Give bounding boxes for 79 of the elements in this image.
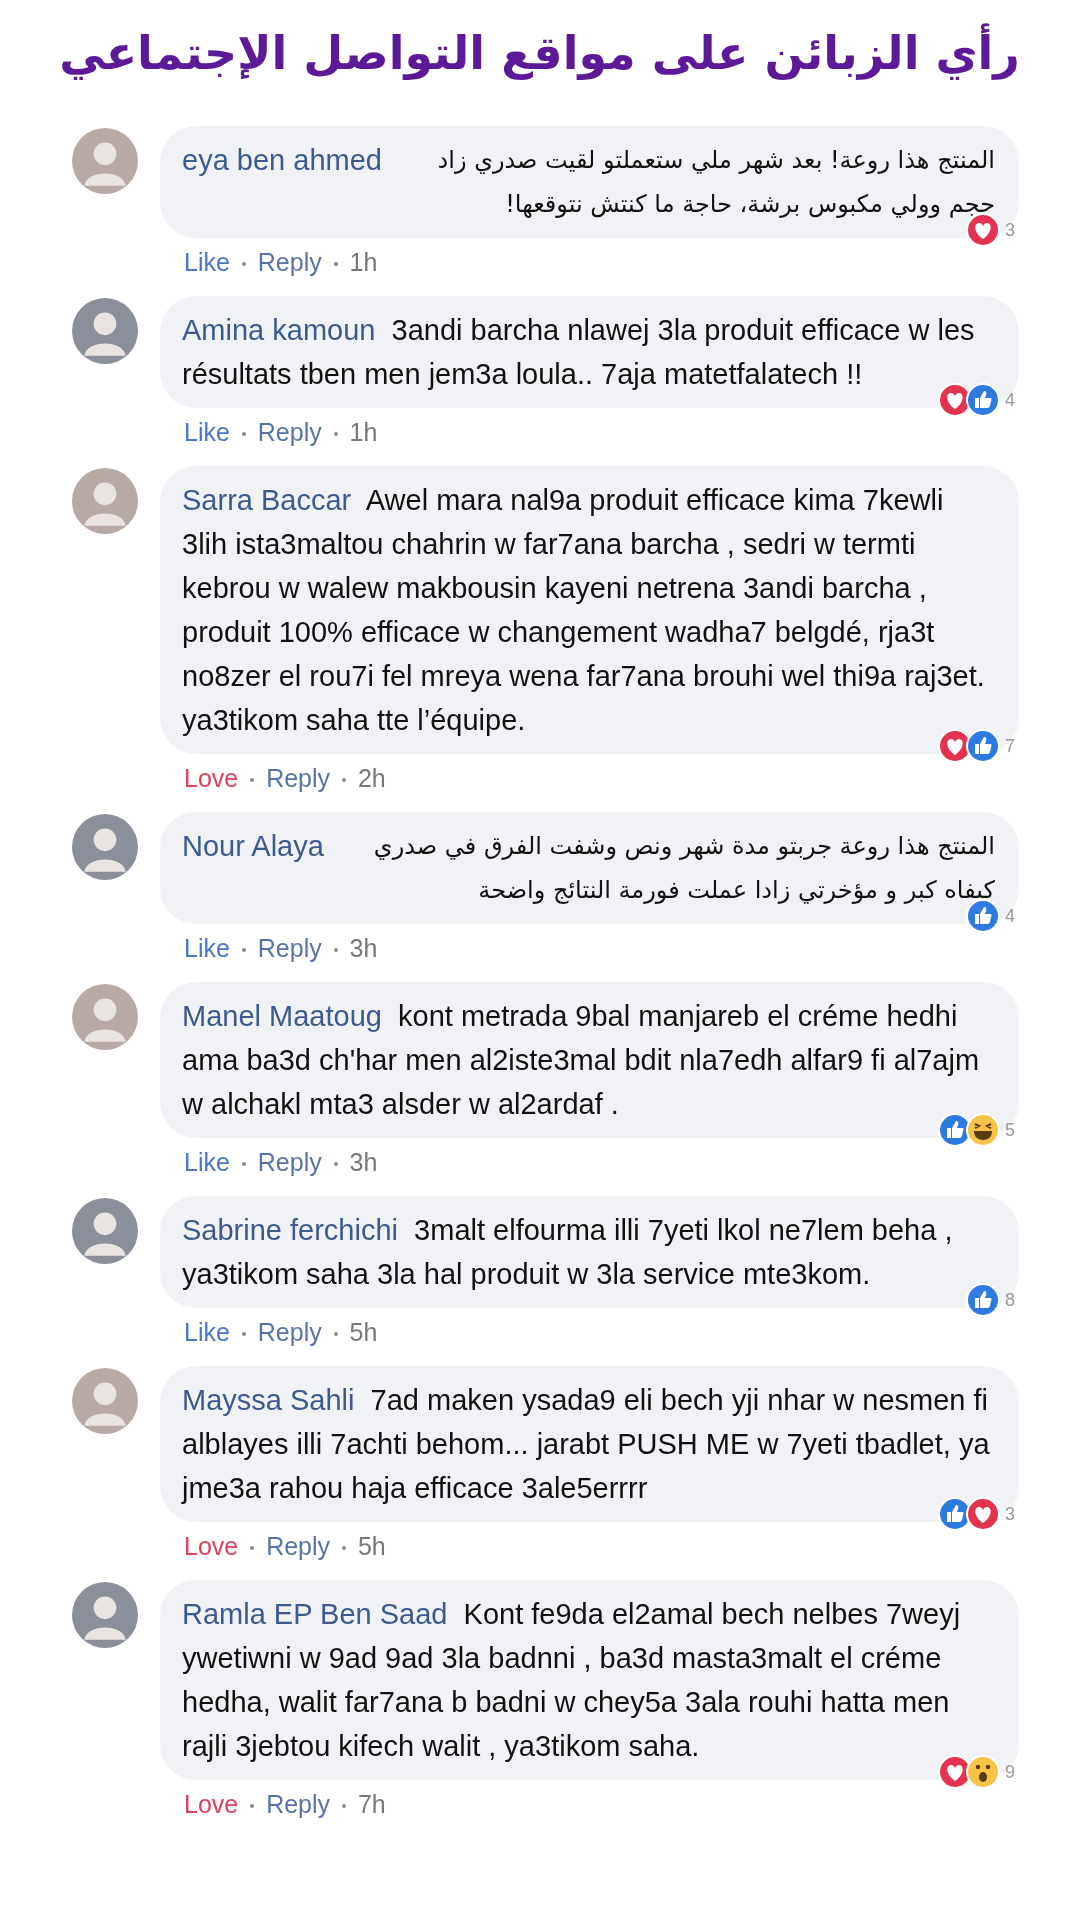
reaction-count: 8 — [1005, 1289, 1015, 1312]
reaction-link[interactable]: Love — [184, 764, 239, 792]
separator-dot — [250, 1546, 255, 1551]
reply-link[interactable]: Reply — [257, 1148, 322, 1176]
author-name[interactable]: Nour Alaya — [182, 824, 324, 868]
avatar-icon — [72, 984, 138, 1050]
reply-link[interactable]: Reply — [266, 764, 331, 792]
reaction-link[interactable]: Love — [184, 1532, 239, 1560]
reaction-count: 3 — [1005, 1503, 1015, 1526]
avatar-icon — [72, 1368, 138, 1434]
separator-dot — [333, 432, 338, 437]
author-name[interactable]: Sabrine ferchichi — [182, 1214, 398, 1246]
reaction-link[interactable]: Like — [184, 934, 230, 962]
separator-dot — [250, 1804, 255, 1809]
thumbs-up-icon — [965, 382, 1001, 418]
separator-dot — [333, 262, 338, 267]
separator-dot — [333, 948, 338, 953]
avatar-icon — [72, 468, 138, 534]
separator-dot — [241, 1162, 246, 1167]
avatar-icon — [72, 298, 138, 364]
comment-text: Ramla EP Ben Saad Kont fe9da el2amal bech nelbes 7weyj ywetiwni w 9ad 9ad 3la badnni , ba3d masta3malt el créme hedha, walit far7ana b badni w chey5a 3ala rouhi hatta men rajli 3jebtou kifech walit , ya3tikom saha. — [182, 1597, 962, 1764]
separator-dot — [333, 1332, 338, 1337]
comment-text: Sabrine ferchichi 3malt elfourma illi 7yeti lkol ne7lem beha , ya3tikom saha 3la hal produit w 3la service mte3kom. — [182, 1213, 954, 1292]
reaction-link[interactable]: Like — [184, 418, 230, 446]
page-title: رأي الزبائن على مواقع التواصل الإجتماعي — [0, 8, 1079, 98]
reaction-count: 7 — [1005, 735, 1015, 758]
avatar-icon — [72, 128, 138, 194]
comment-time: 5h — [349, 1318, 378, 1346]
comment-time: 7h — [357, 1790, 386, 1818]
separator-dot — [333, 1162, 338, 1167]
comment-time: 1h — [349, 418, 378, 446]
reaction-count: 4 — [1005, 905, 1015, 928]
separator-dot — [241, 262, 246, 267]
reaction-link[interactable]: Love — [184, 1790, 239, 1818]
reaction-count: 4 — [1005, 389, 1015, 412]
author-name[interactable]: Mayssa Sahli — [182, 1384, 355, 1416]
author-name[interactable]: Manel Maatoug — [182, 1000, 382, 1032]
thumbs-up-icon — [965, 898, 1001, 934]
thumbs-up-icon — [965, 728, 1001, 764]
surprised-face-icon — [965, 1754, 1001, 1790]
separator-dot — [241, 1332, 246, 1337]
reaction-link[interactable]: Like — [184, 1148, 230, 1176]
reply-link[interactable]: Reply — [257, 1318, 322, 1346]
comment-time: 1h — [349, 248, 378, 276]
avatar-icon — [72, 1198, 138, 1264]
author-name[interactable]: Amina kamoun — [182, 314, 376, 346]
separator-dot — [241, 432, 246, 437]
laughing-face-icon — [965, 1112, 1001, 1148]
reaction-count: 9 — [1005, 1761, 1015, 1784]
separator-dot — [342, 778, 346, 783]
reaction-link[interactable]: Like — [184, 1318, 230, 1346]
avatar-icon — [72, 814, 138, 880]
separator-dot — [241, 948, 246, 953]
reply-link[interactable]: Reply — [257, 418, 322, 446]
thumbs-up-icon — [965, 1282, 1001, 1318]
author-name[interactable]: eya ben ahmed — [182, 138, 382, 182]
avatar-icon — [72, 1582, 138, 1648]
comment-time: 3h — [349, 934, 378, 962]
reaction-link[interactable]: Like — [184, 248, 230, 276]
comment-text: المنتج هذا روعة! بعد شهر ملي ستعملتو لقيت صدري زاد حجم وولي مكبوس برشة، حاجة ما كنتش نتوقعها! — [436, 145, 995, 220]
author-name[interactable]: Ramla EP Ben Saad — [182, 1598, 448, 1630]
comment-time: 5h — [357, 1532, 386, 1560]
comment-text: Sarra Baccar Awel mara nal9a produit efficace kima 7kewli 3lih ista3maltou chahrin w far7ana barcha , sedri w termti kebrou w walew makbousin kayeni netrena 3andi barcha , produit 100% efficace w changement wadha7 belgdé, rja3t no8zer el rou7i fel mreya wena far7ana brouhi wel thi9a raj3et. ya3tikom saha tte l’équipe. — [182, 483, 986, 738]
separator-dot — [342, 1804, 346, 1809]
reply-link[interactable]: Reply — [266, 1790, 331, 1818]
reply-link[interactable]: Reply — [257, 248, 322, 276]
comment-time: 3h — [349, 1148, 378, 1176]
reply-link[interactable]: Reply — [257, 934, 322, 962]
separator-dot — [250, 778, 255, 783]
reaction-count: 5 — [1005, 1119, 1015, 1142]
reply-link[interactable]: Reply — [266, 1532, 331, 1560]
author-name[interactable]: Sarra Baccar — [182, 484, 352, 516]
separator-dot — [342, 1546, 346, 1551]
comment-text: المنتج هذا روعة جربتو مدة شهر ونص وشفت الفرق في صدري كيفاه كبر و مؤخرتي زادا عملت فورمة النتائج واضحة — [372, 831, 995, 906]
comment-text: Mayssa Sahli 7ad maken ysada9 eli bech yji nhar w nesmen fi alblayes illi 7achti behom... jarabt PUSH ME w 7yeti tbadlet, ya jme3a rahou haja efficace 3ale5errrr — [182, 1383, 991, 1506]
comment-text: Amina kamoun 3andi barcha nlawej 3la produit efficace w les résultats tben men jem3a loula.. 7aja matetfalatech !! — [182, 313, 976, 392]
reaction-count: 3 — [1005, 219, 1015, 242]
comment-text: Manel Maatoug kont metrada 9bal manjareb el créme hedhi ama ba3d ch'har men al2iste3mal bdit nla7edh alfar9 fi al7ajm w alchakl mta3 alsder w al2ardaf . — [182, 999, 981, 1122]
comment-time: 2h — [357, 764, 386, 792]
